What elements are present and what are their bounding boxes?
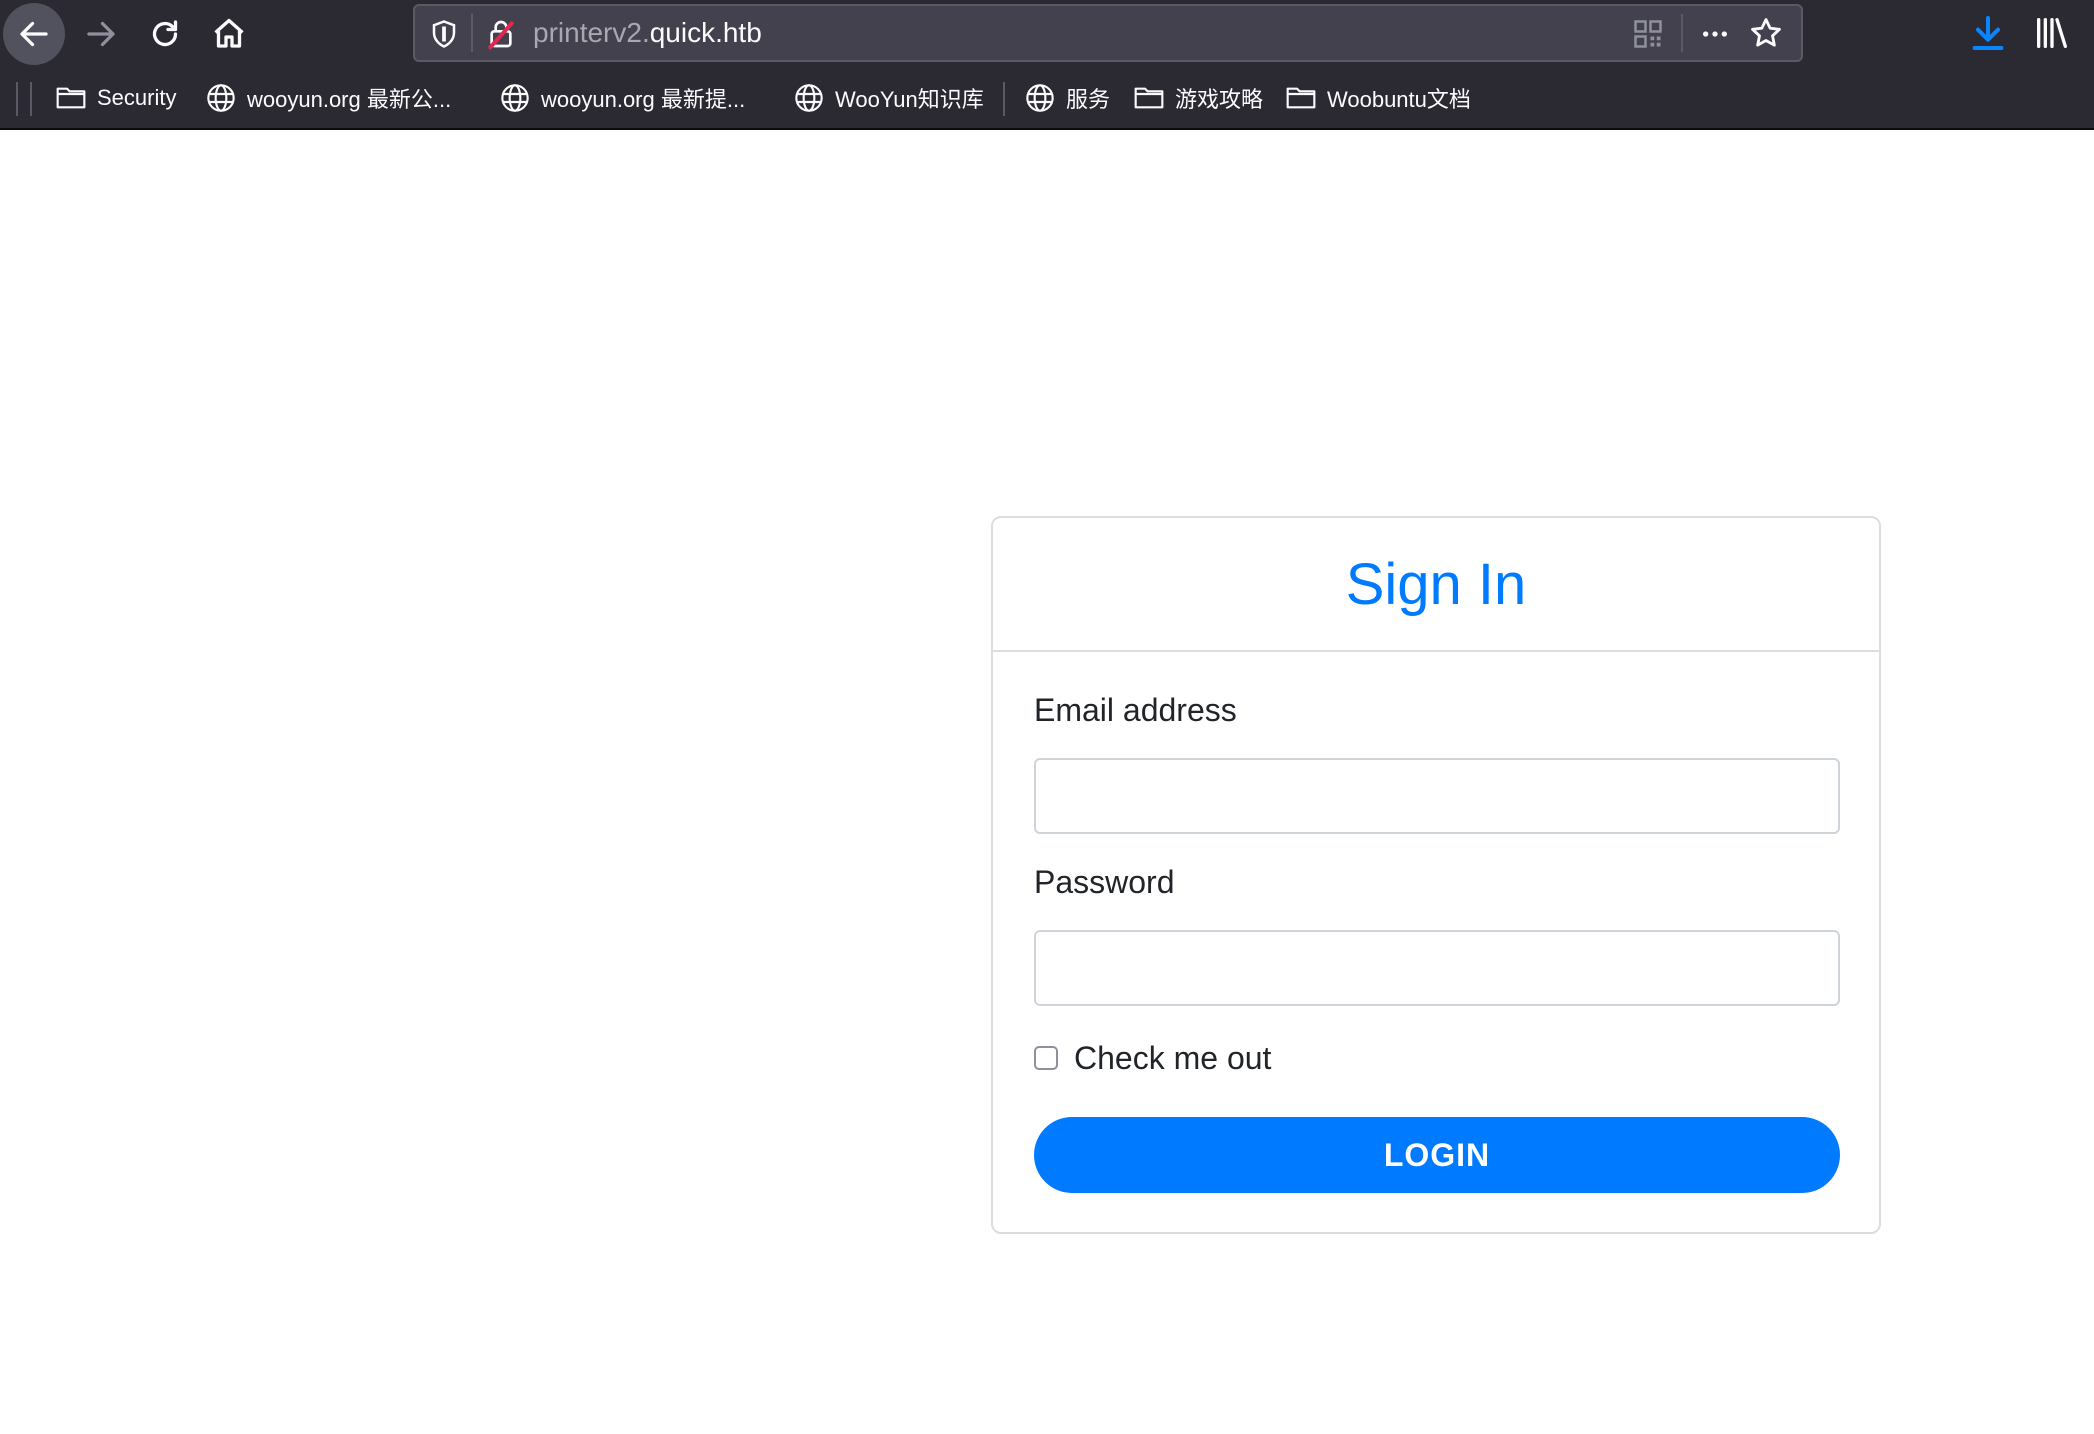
globe-icon xyxy=(1026,84,1054,112)
bookmark-game-guides[interactable]: 游戏攻略 xyxy=(1133,68,1263,128)
password-label: Password xyxy=(1034,864,1175,900)
bookmark-label: WooYun知识库 xyxy=(835,87,984,112)
download-icon[interactable] xyxy=(1968,13,2008,53)
bookmark-woobuntu-docs[interactable]: Woobuntu文档 xyxy=(1285,68,1471,128)
shield-icon[interactable] xyxy=(429,19,459,49)
card-header: Sign In xyxy=(993,518,1879,652)
globe-icon xyxy=(207,84,235,112)
email-field[interactable] xyxy=(1034,758,1840,834)
qr-code-icon[interactable] xyxy=(1633,19,1663,49)
bookmark-label: Security xyxy=(97,85,177,110)
home-icon xyxy=(214,18,244,48)
bookmark-wooyun-drops[interactable]: WooYun知识库 xyxy=(793,68,984,128)
password-field[interactable] xyxy=(1034,930,1840,1006)
url-subdomain: printerv2. xyxy=(533,17,650,48)
bookmarks-divider xyxy=(30,82,32,116)
check-me-out-label[interactable]: Check me out xyxy=(1074,1040,1271,1077)
globe-icon xyxy=(795,84,823,112)
bookmark-wooyun-public[interactable]: wooyun.org 最新公... xyxy=(205,68,451,128)
home-button[interactable] xyxy=(198,3,260,65)
bookmark-label: 服务 xyxy=(1066,87,1111,112)
globe-icon xyxy=(501,84,529,112)
remember-row: Check me out xyxy=(1034,1038,1271,1078)
login-button[interactable]: LOGIN xyxy=(1034,1117,1840,1193)
browser-toolbar: printerv2.quick.htb xyxy=(0,0,2094,68)
forward-arrow-icon xyxy=(87,21,115,47)
insecure-lock-icon[interactable] xyxy=(485,18,517,50)
bookmark-security[interactable]: Security xyxy=(55,68,176,128)
library-icon[interactable] xyxy=(2032,13,2072,53)
folder-icon xyxy=(56,87,86,109)
bookmarks-divider xyxy=(1003,82,1005,116)
bookmark-label: wooyun.org 最新公... xyxy=(247,87,452,112)
bookmark-services[interactable]: 服务 xyxy=(1024,68,1110,128)
back-arrow-icon xyxy=(20,21,48,47)
bookmark-wooyun-submit[interactable]: wooyun.org 最新提... xyxy=(499,68,745,128)
email-label: Email address xyxy=(1034,692,1237,728)
bookmark-label: wooyun.org 最新提... xyxy=(541,87,746,112)
reload-button[interactable] xyxy=(134,3,196,65)
back-button[interactable] xyxy=(3,3,65,65)
folder-icon xyxy=(1134,87,1164,109)
bookmark-label: 游戏攻略 xyxy=(1175,87,1264,112)
more-icon[interactable] xyxy=(1697,18,1733,50)
url-bar[interactable]: printerv2.quick.htb xyxy=(413,4,1803,62)
forward-button[interactable] xyxy=(70,3,132,65)
check-me-out-checkbox[interactable] xyxy=(1034,1046,1058,1070)
page-title: Sign In xyxy=(1345,551,1527,617)
bookmark-star-icon[interactable] xyxy=(1749,16,1783,50)
bookmarks-divider xyxy=(16,82,18,116)
urlbar-divider xyxy=(1681,14,1683,52)
bookmarks-toolbar: Security wooyun.org 最新公... wooyun.org 最新… xyxy=(0,68,2094,130)
reload-icon xyxy=(152,20,178,47)
bookmark-label: Woobuntu文档 xyxy=(1327,87,1471,112)
url-text[interactable]: printerv2.quick.htb xyxy=(533,6,762,60)
urlbar-divider xyxy=(471,14,473,52)
url-domain: quick.htb xyxy=(649,17,762,48)
sign-in-card: Sign In Email address Password Check me … xyxy=(991,516,1881,1234)
folder-icon xyxy=(1286,87,1316,109)
